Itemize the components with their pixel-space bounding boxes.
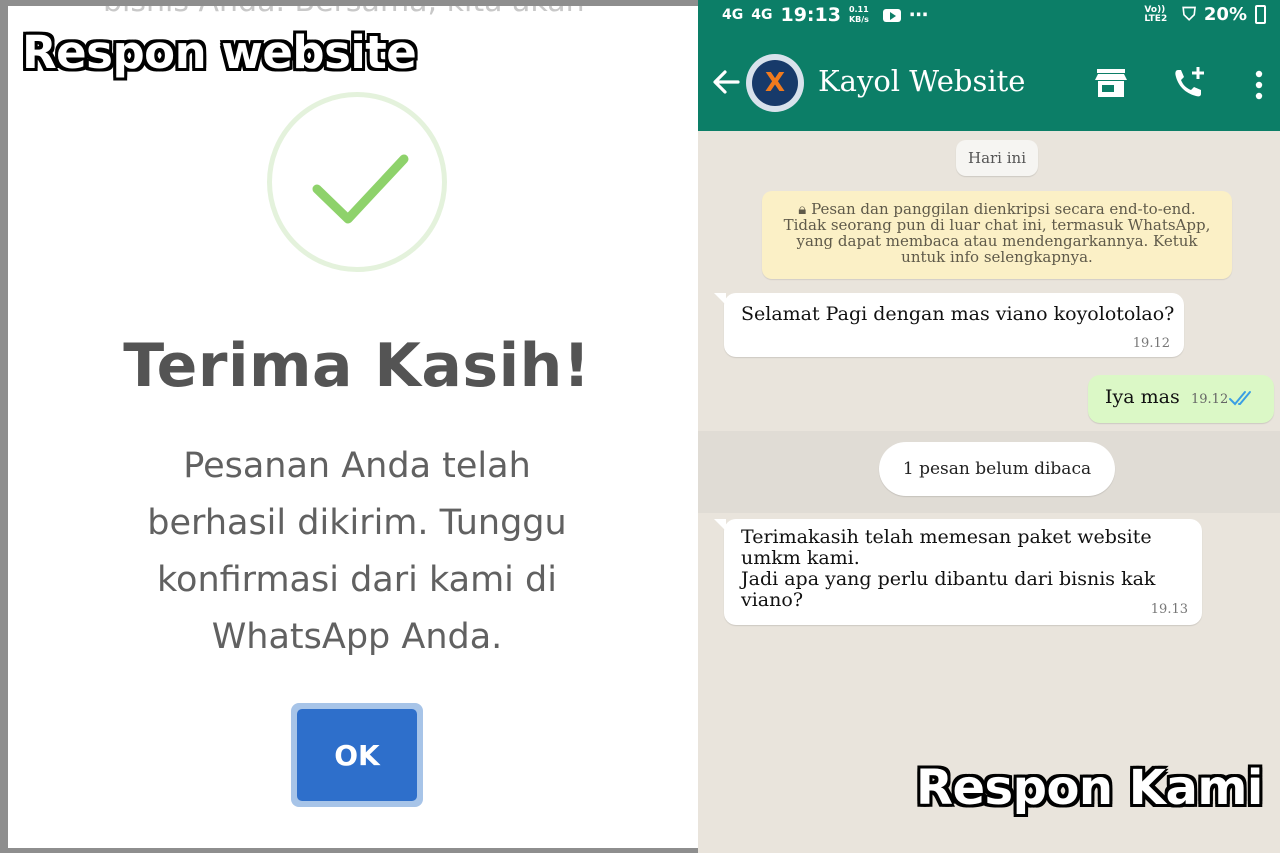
bubble-tail <box>714 293 726 305</box>
back-arrow-icon[interactable] <box>710 66 742 98</box>
volte-indicator: Vo)) LTE2 <box>1144 4 1168 24</box>
unread-messages-chip: 1 pesan belum dibaca <box>879 442 1115 496</box>
bubble-tail <box>714 519 726 531</box>
message-text: Terimakasih telah memesan paket website … <box>741 527 1171 611</box>
network-indicator-2: 4G <box>751 7 773 23</box>
add-call-icon[interactable] <box>1172 66 1208 100</box>
incoming-message[interactable]: Selamat Pagi dengan mas viano koyolotola… <box>714 293 1184 357</box>
overlay-label-kami: Respon Kami <box>916 760 1263 816</box>
battery-percentage: 20% <box>1203 4 1247 25</box>
avatar-logo-letter: X <box>752 60 798 106</box>
vpn-shield-icon: ⛉ <box>1182 4 1196 25</box>
message-line: Jadi apa yang perlu dibantu dari bisnis … <box>741 568 1156 590</box>
read-ticks-icon <box>1229 391 1251 406</box>
more-vert-icon[interactable] <box>1254 70 1264 100</box>
contact-name[interactable]: Kayol Website <box>818 64 1025 98</box>
status-bar-right: Vo)) LTE2 ⛉ 20% <box>1144 4 1266 25</box>
dialog-message-line: konfirmasi dari kami di <box>157 560 557 600</box>
message-text: Iya mas <box>1105 386 1180 408</box>
overlay-label-website: Respon website <box>22 26 417 79</box>
more-notifications-icon: ⋯ <box>908 4 928 26</box>
store-icon[interactable] <box>1094 68 1128 98</box>
status-bar: 4G 4G 19:13 0.11 KB/s ⋯ Vo)) LTE2 ⛉ 20% <box>698 0 1280 36</box>
chat-area[interactable]: Hari ini 🔒︎ Pesan dan panggilan dienkrip… <box>698 131 1280 853</box>
message-text: Selamat Pagi dengan mas viano koyolotola… <box>741 303 1175 325</box>
success-dialog: bisnis Anda. Bersama, kita akan Terima K… <box>8 6 698 848</box>
outgoing-message[interactable]: Iya mas 19.12 <box>1088 375 1274 423</box>
whatsapp-chat-panel: 4G 4G 19:13 0.11 KB/s ⋯ Vo)) LTE2 ⛉ 20% <box>698 0 1280 853</box>
encryption-notice[interactable]: 🔒︎ Pesan dan panggilan dienkripsi secara… <box>762 191 1232 279</box>
dialog-message-line: Pesanan Anda telah <box>183 446 531 486</box>
message-line: viano? <box>741 589 804 611</box>
composite-screenshot: bisnis Anda. Bersama, kita akan Terima K… <box>0 0 1280 853</box>
network-speed: 0.11 KB/s <box>848 5 869 24</box>
website-response-panel: bisnis Anda. Bersama, kita akan Terima K… <box>0 0 698 853</box>
message-time: 19.12 <box>1191 392 1229 407</box>
dialog-title: Terima Kasih! <box>123 331 591 401</box>
status-bar-left: 4G 4G 19:13 0.11 KB/s ⋯ <box>722 4 928 26</box>
contact-avatar[interactable]: X <box>746 54 804 112</box>
ok-button-focus-ring: OK <box>291 703 423 807</box>
message-time: 19.13 <box>1150 602 1188 617</box>
incoming-message[interactable]: Terimakasih telah memesan paket website … <box>714 519 1202 625</box>
success-check-icon <box>267 92 447 272</box>
background-page-text: bisnis Anda. Bersama, kita akan <box>103 6 585 19</box>
dialog-message-line: WhatsApp Anda. <box>211 617 503 657</box>
status-time: 19:13 <box>780 4 841 26</box>
dialog-message-line: berhasil dikirim. Tunggu <box>147 503 567 543</box>
encryption-text: Pesan dan panggilan dienkripsi secara en… <box>783 200 1211 266</box>
battery-icon <box>1255 5 1266 24</box>
network-indicator-1: 4G <box>722 7 744 23</box>
chat-app-bar: X Kayol Website <box>698 36 1280 131</box>
youtube-notification-icon <box>882 8 901 22</box>
message-line: umkm kami. <box>741 547 860 569</box>
ok-button[interactable]: OK <box>297 709 417 801</box>
message-line: Terimakasih telah memesan paket website <box>741 526 1152 548</box>
date-chip: Hari ini <box>956 140 1038 176</box>
dialog-message: Pesanan Anda telah berhasil dikirim. Tun… <box>118 438 596 666</box>
message-time: 19.12 <box>1132 336 1170 351</box>
